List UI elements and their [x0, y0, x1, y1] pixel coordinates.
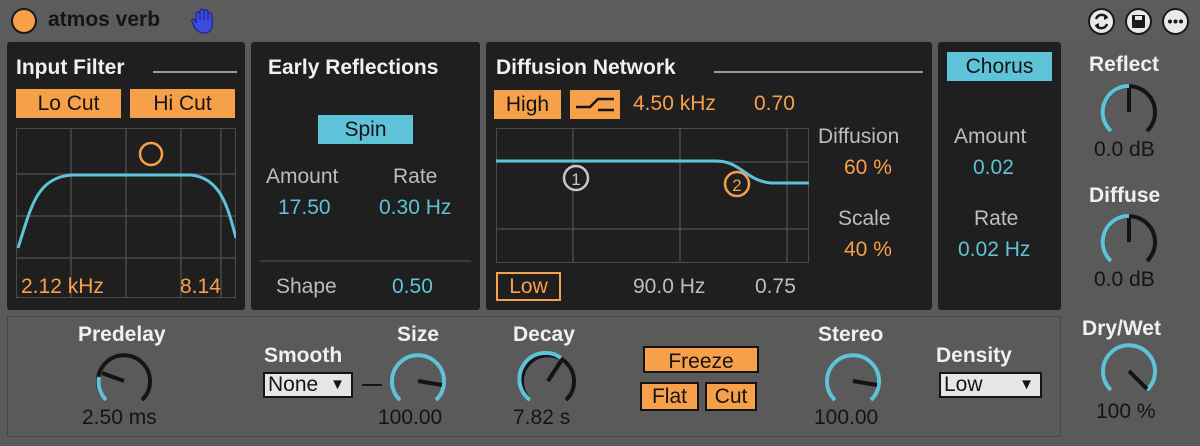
- smooth-label: Smooth: [264, 344, 343, 367]
- save-icon: [1132, 15, 1145, 28]
- low-freq-value[interactable]: 90.0 Hz: [633, 275, 705, 299]
- dropdown-arrow-icon: ▼: [1019, 376, 1034, 393]
- size-knob[interactable]: [386, 349, 450, 413]
- reflect-knob[interactable]: [1097, 80, 1161, 144]
- freeze-button[interactable]: Freeze: [643, 346, 759, 373]
- reflect-value[interactable]: 0.0 dB: [1094, 138, 1155, 162]
- bottom-controls: Predelay 2.50 ms Smooth None ▼ Size 100.…: [7, 316, 1061, 437]
- diffuse-knob[interactable]: [1097, 210, 1161, 274]
- title-bar: atmos verb: [0, 0, 1200, 42]
- chorus-rate-label: Rate: [974, 207, 1019, 230]
- output-column: Reflect 0.0 dB Diffuse 0.0 dB Dry/Wet 10…: [1068, 42, 1196, 440]
- save-button[interactable]: [1125, 8, 1152, 35]
- reflect-label: Reflect: [1089, 53, 1160, 76]
- stereo-value[interactable]: 100.00: [814, 406, 878, 430]
- dropdown-arrow-icon: ▼: [330, 376, 345, 393]
- device: atmos verb Input Filter Lo Cut Hi Cut 2.…: [0, 0, 1200, 446]
- diffusion-value[interactable]: 60 %: [844, 156, 892, 180]
- chorus-rate-value[interactable]: 0.02 Hz: [958, 238, 1030, 262]
- dry-wet-label: Dry/Wet: [1082, 317, 1161, 340]
- early-reflections-panel: Early Reflections Spin Amount 17.50 Rate…: [251, 42, 480, 310]
- predelay-label: Predelay: [78, 323, 166, 346]
- decay-knob[interactable]: [516, 349, 580, 413]
- hotswap-icon: [1094, 13, 1109, 30]
- early-reflections-title: Early Reflections: [268, 56, 439, 79]
- low-button[interactable]: Low: [496, 272, 561, 301]
- divider: [260, 260, 471, 262]
- power-icon[interactable]: [11, 8, 37, 34]
- chorus-panel: Chorus Amount 0.02 Rate 0.02 Hz: [938, 42, 1061, 310]
- svg-text:2: 2: [732, 176, 741, 195]
- decay-label: Decay: [513, 323, 575, 346]
- amount-value[interactable]: 17.50: [278, 196, 331, 220]
- density-label: Density: [936, 344, 1012, 367]
- low-q-value[interactable]: 0.75: [755, 275, 796, 299]
- stereo-knob[interactable]: [821, 349, 885, 413]
- lo-cut-value[interactable]: 2.12 kHz: [21, 275, 104, 299]
- eq-point-2[interactable]: 2: [723, 170, 751, 198]
- device-title: atmos verb: [48, 8, 161, 31]
- divider: [714, 71, 923, 73]
- diffusion-eq-display[interactable]: 1 2: [496, 128, 809, 263]
- density-value: Low: [944, 373, 983, 396]
- diffusion-network-panel: Diffusion Network High 4.50 kHz 0.70 1 2…: [486, 42, 932, 310]
- hi-cut-value[interactable]: 8.14: [180, 275, 221, 299]
- shelf-button[interactable]: [570, 90, 620, 119]
- size-label: Size: [397, 323, 440, 346]
- diffuse-value[interactable]: 0.0 dB: [1094, 268, 1155, 292]
- cut-button[interactable]: Cut: [705, 382, 757, 411]
- spin-button[interactable]: Spin: [318, 115, 413, 144]
- decay-value[interactable]: 7.82 s: [513, 406, 570, 430]
- eq-point-1[interactable]: 1: [562, 164, 590, 192]
- chorus-amount-label: Amount: [954, 125, 1027, 148]
- rate-value[interactable]: 0.30 Hz: [379, 196, 451, 220]
- hi-cut-button[interactable]: Hi Cut: [130, 89, 235, 118]
- more-icon: [1168, 19, 1183, 24]
- rate-label: Rate: [393, 165, 438, 188]
- size-value[interactable]: 100.00: [378, 406, 442, 430]
- smooth-dropdown[interactable]: None ▼: [263, 372, 353, 398]
- predelay-value[interactable]: 2.50 ms: [82, 406, 157, 430]
- dry-wet-knob[interactable]: [1097, 339, 1161, 403]
- connector-line: [362, 384, 382, 386]
- svg-text:1: 1: [571, 170, 580, 189]
- scale-label: Scale: [838, 207, 891, 230]
- high-shelf-icon: [576, 97, 614, 112]
- dry-wet-value[interactable]: 100 %: [1096, 400, 1156, 424]
- diffusion-network-title: Diffusion Network: [496, 56, 676, 79]
- shape-label: Shape: [276, 275, 337, 298]
- lo-cut-button[interactable]: Lo Cut: [16, 89, 121, 118]
- stereo-label: Stereo: [818, 323, 884, 346]
- hand-icon: [191, 8, 213, 34]
- more-button[interactable]: [1162, 8, 1189, 35]
- diffuse-label: Diffuse: [1089, 184, 1161, 207]
- amount-label: Amount: [266, 165, 339, 188]
- input-filter-title: Input Filter: [16, 56, 125, 79]
- high-q-value[interactable]: 0.70: [754, 92, 795, 116]
- scale-value[interactable]: 40 %: [844, 238, 892, 262]
- flat-button[interactable]: Flat: [640, 382, 699, 411]
- hotswap-button[interactable]: [1088, 8, 1115, 35]
- chorus-amount-value[interactable]: 0.02: [973, 156, 1014, 180]
- high-button[interactable]: High: [494, 90, 561, 119]
- smooth-value: None: [268, 373, 319, 396]
- filter-curve-display[interactable]: [16, 128, 236, 298]
- density-dropdown[interactable]: Low ▼: [939, 372, 1042, 398]
- predelay-knob[interactable]: [92, 349, 156, 413]
- diffusion-label: Diffusion: [818, 125, 900, 148]
- divider: [153, 71, 237, 73]
- shape-value[interactable]: 0.50: [392, 275, 433, 299]
- input-filter-panel: Input Filter Lo Cut Hi Cut 2.12 kHz 8.14: [7, 42, 245, 310]
- chorus-button[interactable]: Chorus: [947, 52, 1052, 81]
- high-freq-value[interactable]: 4.50 kHz: [633, 92, 716, 116]
